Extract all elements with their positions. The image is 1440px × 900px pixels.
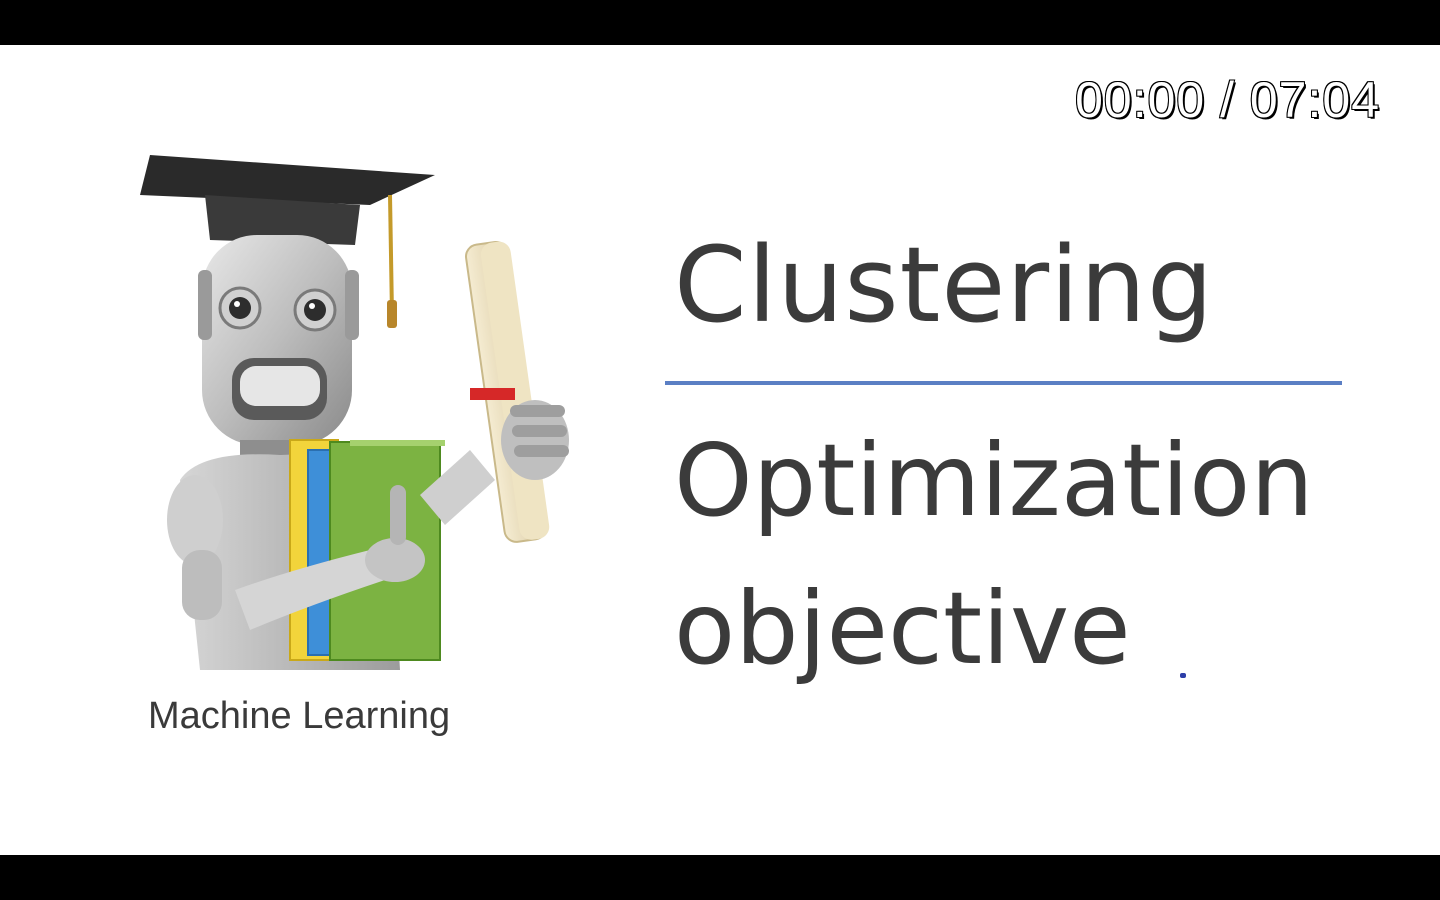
- timecode-display: 00:00 / 07:04: [1074, 71, 1380, 129]
- mouse-cursor-dot: [1180, 673, 1186, 678]
- subtitle-line-2: objective: [674, 570, 1131, 687]
- subtitle-line-1: Optimization: [674, 422, 1314, 539]
- graduate-robot-illustration: [140, 150, 590, 680]
- course-label: Machine Learning: [148, 695, 451, 737]
- video-player[interactable]: 00:00 / 07:04 Machine Learning Clusterin…: [0, 0, 1440, 900]
- title-underline: [665, 381, 1342, 385]
- letterbox-bottom: [0, 855, 1440, 900]
- slide-frame[interactable]: 00:00 / 07:04 Machine Learning Clusterin…: [0, 45, 1440, 855]
- slide-subtitle: Optimization objective: [674, 407, 1314, 703]
- slide-title: Clustering: [674, 224, 1214, 346]
- letterbox-top: [0, 0, 1440, 45]
